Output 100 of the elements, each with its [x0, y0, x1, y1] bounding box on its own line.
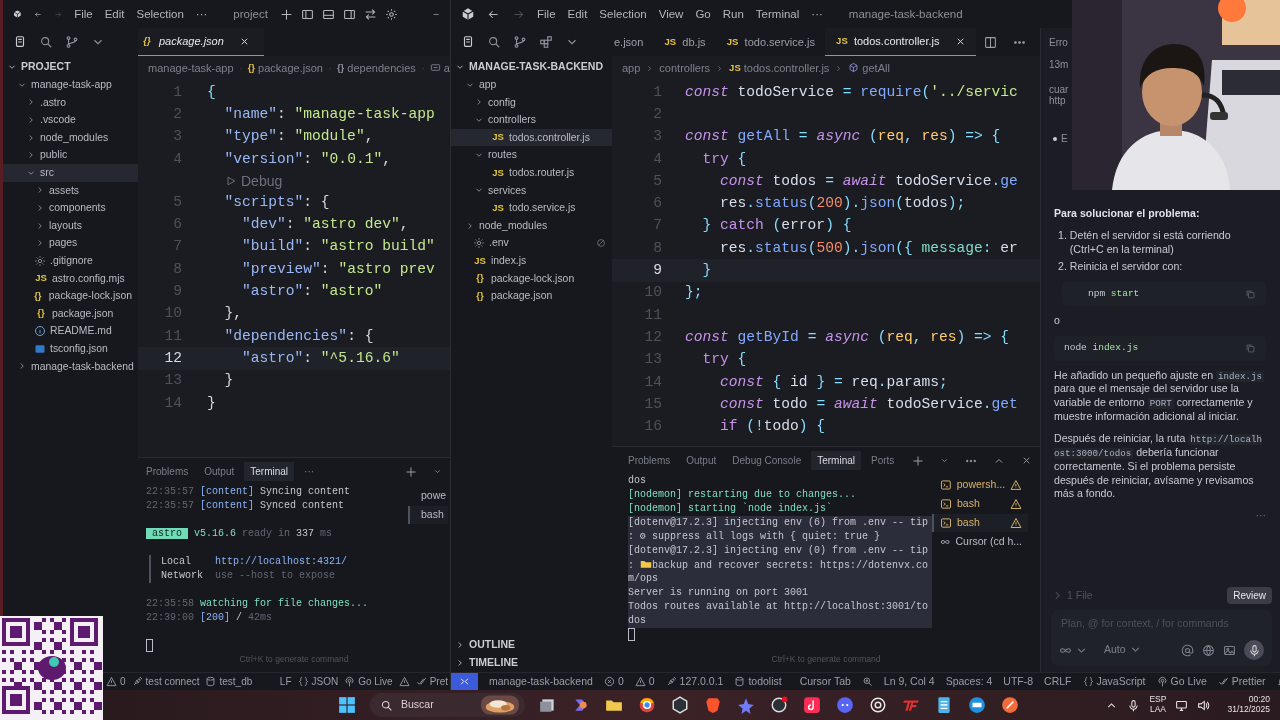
status-item[interactable]: 127.0.0.1 [665, 673, 724, 690]
tree-item[interactable]: JS todos.controller.js [451, 128, 612, 147]
editor-tab[interactable]: e.json [612, 28, 654, 56]
tree-item[interactable]: {} package.json [3, 304, 138, 323]
menu-item[interactable]: Run [722, 6, 744, 22]
tree-item[interactable]: routes [451, 146, 612, 164]
tree-item[interactable]: public [3, 146, 138, 164]
tree-item[interactable]: JS todos.router.js [451, 163, 612, 182]
tree-item[interactable]: {} package.json [451, 287, 612, 305]
status-item[interactable]: 0 [634, 673, 655, 690]
breadcrumb-item[interactable]: manage-task-app [148, 60, 234, 76]
status-item[interactable]: Spaces: 4 [945, 673, 993, 690]
status-item[interactable]: todolist [734, 673, 782, 690]
tree-item[interactable]: {} package-lock.json [3, 287, 138, 305]
chat-tab[interactable]: Erro [1049, 36, 1068, 49]
tree-item[interactable]: services [451, 181, 612, 200]
panel-tab[interactable]: Ports [865, 451, 901, 470]
status-item[interactable]: Prettier [1217, 673, 1266, 690]
status-item[interactable]: Pret [415, 673, 448, 690]
menu-item[interactable]: Selection [599, 6, 647, 22]
status-item[interactable]: test_db [205, 673, 253, 690]
menu-item[interactable]: Edit [567, 6, 588, 22]
tree-item[interactable]: manage-task-app [3, 76, 138, 94]
status-item[interactable]: JSON [297, 673, 339, 690]
tree-item[interactable]: controllers [451, 111, 612, 129]
panel-tab[interactable]: Debug Console [726, 451, 808, 470]
menu-item[interactable]: Selection [136, 6, 184, 22]
status-item[interactable]: test connect [131, 673, 200, 690]
tree-item[interactable]: app [451, 76, 612, 94]
breadcrumb-item[interactable]: a [429, 60, 450, 76]
status-item[interactable]: Cursor Tab [799, 673, 851, 690]
menu-item[interactable]: File [74, 6, 93, 22]
breadcrumb-item[interactable]: JS todos.controller.js [729, 60, 830, 76]
menu-item[interactable]: View [658, 6, 684, 22]
tree-item[interactable]: README.md [3, 322, 138, 340]
tree-item[interactable]: .env [451, 234, 612, 252]
review-button[interactable]: Review [1227, 587, 1272, 605]
breadcrumb-item[interactable]: {} dependencies [336, 60, 416, 76]
tree-item[interactable]: assets [3, 181, 138, 200]
status-item[interactable]: CRLF [1044, 673, 1072, 690]
terminal-item[interactable]: powersh... [932, 476, 1028, 494]
language-indicator[interactable]: ESP LAA [1149, 695, 1167, 715]
search-field[interactable]: Buscar [370, 693, 525, 717]
tree-item[interactable]: components [3, 199, 138, 217]
tree-item[interactable]: .astro [3, 93, 138, 112]
tree-item[interactable]: JS index.js [451, 251, 612, 270]
tree-item[interactable]: tsconfig.json [3, 339, 138, 358]
menu-item[interactable]: Terminal [755, 6, 800, 22]
breadcrumb-item[interactable]: getAll [848, 60, 890, 76]
status-item[interactable]: 0 [603, 673, 624, 690]
menu-item[interactable]: ··· [811, 6, 823, 22]
terminal-item[interactable]: bash [408, 506, 448, 524]
tree-item[interactable]: {} package-lock.json [451, 269, 612, 288]
tree-item[interactable]: node_modules [3, 128, 138, 147]
breadcrumb-item[interactable]: controllers [659, 60, 711, 76]
terminal-item[interactable]: bash [932, 495, 1028, 513]
status-item[interactable]: manage-task-backend [489, 673, 593, 690]
status-item[interactable]: JavaScript [1082, 673, 1146, 690]
tree-item[interactable]: manage-task-backend [3, 357, 138, 376]
tree-item[interactable]: config [451, 93, 612, 112]
section-header[interactable]: TIMELINE [451, 654, 612, 672]
panel-tab[interactable]: Terminal [811, 451, 861, 470]
clock[interactable]: 00:20 31/12/2025 [1227, 695, 1270, 715]
status-item[interactable]: LF [279, 673, 292, 690]
terminal-item[interactable]: Cursor (cd h... [932, 533, 1028, 551]
status-item[interactable]: Go Live [1156, 673, 1207, 690]
menu-item[interactable]: ··· [195, 6, 208, 22]
explorer-header[interactable]: PROJECT [3, 58, 138, 76]
menu-item[interactable]: File [537, 6, 556, 22]
breadcrumb-item[interactable]: app [622, 60, 641, 76]
status-item[interactable]: UTF-8 [1003, 673, 1034, 690]
tree-item[interactable]: JS todo.service.js [451, 199, 612, 217]
panel-tab[interactable]: Output [680, 451, 723, 470]
tree-item[interactable]: layouts [3, 216, 138, 235]
section-header[interactable]: OUTLINE [451, 636, 612, 654]
panel-tab[interactable]: Problems [622, 451, 677, 470]
breadcrumb-item[interactable]: {} package.json [247, 60, 323, 76]
model-dropdown[interactable]: Auto [1104, 643, 1142, 657]
tree-item[interactable]: .gitignore [3, 251, 138, 270]
panel-tab[interactable]: Terminal [244, 462, 295, 481]
menu-item[interactable]: Go [695, 6, 711, 22]
tree-item[interactable]: src [3, 163, 138, 182]
tree-item[interactable]: node_modules [451, 216, 612, 235]
explorer-header[interactable]: MANAGE-TASK-BACKEND [451, 58, 612, 76]
terminal-item[interactable]: bash [932, 514, 1028, 532]
tree-item[interactable]: JS astro.config.mjs [3, 269, 138, 288]
panel-tab[interactable]: Output [198, 462, 241, 481]
panel-tab[interactable]: Problems [140, 462, 195, 481]
terminal-item[interactable]: powe [408, 487, 448, 505]
editor-tab[interactable]: JS todo.service.js [715, 28, 825, 56]
tree-item[interactable]: pages [3, 234, 138, 252]
panel-tab[interactable]: ··· [298, 462, 321, 481]
editor-tab[interactable]: JS todos.controller.js [824, 28, 976, 56]
menu-item[interactable]: Edit [104, 6, 125, 22]
status-item[interactable]: Ln 9, Col 4 [883, 673, 935, 690]
editor-tab[interactable]: {} package.json [138, 28, 264, 56]
more-button[interactable]: ··· [1054, 509, 1266, 523]
editor-tab[interactable]: JS db.js [653, 28, 716, 56]
status-item[interactable]: Go Live [344, 673, 393, 690]
tree-item[interactable]: .vscode [3, 111, 138, 129]
